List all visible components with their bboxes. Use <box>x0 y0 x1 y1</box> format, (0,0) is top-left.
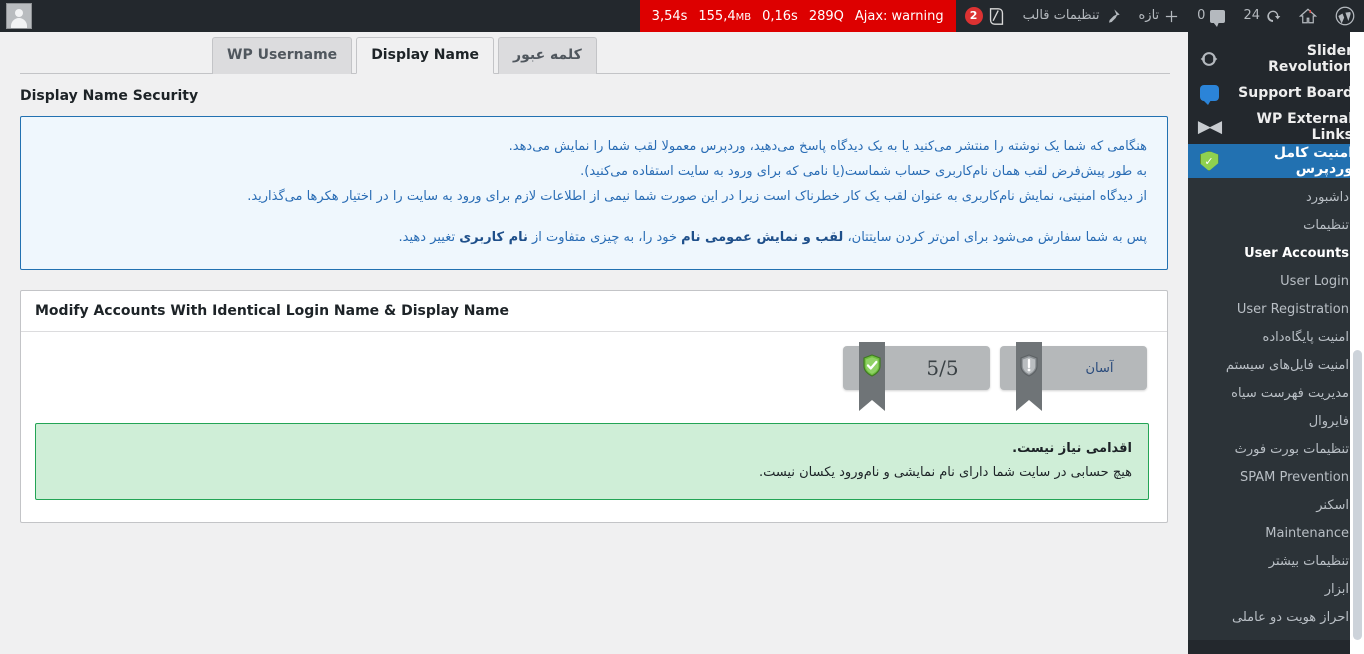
info-line-1: هنگامی که شما یک نوشته را منتشر می‌کنید … <box>508 139 1147 154</box>
submenu-item-brute-force[interactable]: تنظیمات بورت فورث <box>1188 436 1364 464</box>
admin-bar-right: 24 0 تازه تنظیمات قالب 2 3,54s 155,4MB 0… <box>639 0 1364 32</box>
submenu-item-user-login[interactable]: User Login <box>1188 268 1364 296</box>
perf-ajax-status: Ajax: warning <box>854 8 944 24</box>
info-line-2: به طور پیش‌فرض لقب همان نام‌کاربری حساب … <box>580 164 1147 179</box>
sidebar-item-label: امنیت کامل وردپرس <box>1273 145 1353 177</box>
sidebar-item-label: Slider Revolution <box>1268 43 1353 75</box>
home-icon <box>1299 8 1317 24</box>
difficulty-badge: آسان <box>1000 342 1147 411</box>
chat-bubble-icon <box>1199 83 1219 105</box>
submenu-item-tools[interactable]: ابزار <box>1188 576 1364 604</box>
yoast-menu[interactable]: 2 <box>956 0 1014 32</box>
updates-icon <box>1267 10 1281 22</box>
admin-bar: 24 0 تازه تنظیمات قالب 2 3,54s 155,4MB 0… <box>0 0 1364 32</box>
perf-memory: 155,4MB <box>698 8 752 24</box>
submenu-item-miscellaneous[interactable]: تنظیمات بیشتر <box>1188 548 1364 576</box>
submenu-item-filesystem-security[interactable]: امنیت فایل‌های سیستم <box>1188 352 1364 380</box>
theme-settings-label: تنظیمات قالب <box>1022 8 1100 23</box>
submenu-item-two-factor-auth[interactable]: احراز هویت دو عاملی <box>1188 604 1364 632</box>
submenu-item-settings[interactable]: تنظیمات <box>1188 212 1364 240</box>
shield-check-icon <box>863 354 881 377</box>
sidebar-item-slider-revolution[interactable]: Slider Revolution <box>1188 42 1364 76</box>
menu-spacer <box>1188 32 1364 42</box>
info-line-4-bold-2: نام کاربری <box>459 230 528 245</box>
slider-revolution-icon <box>1199 49 1219 69</box>
sidebar-item-label: Support Board <box>1238 85 1353 101</box>
pin-icon <box>1108 9 1120 23</box>
submenu-item-user-registration[interactable]: User Registration <box>1188 296 1364 324</box>
admin-sidebar-menu: Slider Revolution Support Board ◀▶ WP Ex… <box>1188 32 1364 654</box>
plus-icon <box>1166 10 1178 22</box>
badges-row: 5/5 آسان <box>21 332 1167 411</box>
submenu-item-blacklist-manager[interactable]: مدیریت فهرست سیاه <box>1188 380 1364 408</box>
comments-menu[interactable]: 0 <box>1188 0 1234 32</box>
score-value: 5/5 <box>926 356 959 380</box>
difficulty-value: آسان <box>1085 360 1114 376</box>
page-title: Display Name Security <box>20 88 199 104</box>
admin-page: 24 0 تازه تنظیمات قالب 2 3,54s 155,4MB 0… <box>0 0 1364 654</box>
info-notice: هنگامی که شما یک نوشته را منتشر می‌کنید … <box>20 116 1168 270</box>
info-line-4: پس به شما سفارش می‌شود برای امن‌تر کردن … <box>41 225 1147 250</box>
submenu-item-user-accounts[interactable]: User Accounts <box>1188 240 1364 268</box>
comment-icon <box>1210 9 1226 27</box>
success-notice-text: هیچ حسابی در سایت شما دارای نام نمایشی و… <box>758 465 1132 480</box>
sidebar-submenu: داشبورد تنظیمات User Accounts User Login… <box>1188 178 1364 640</box>
performance-bar[interactable]: 3,54s 155,4MB 0,16s 289Q Ajax: warning <box>639 0 956 32</box>
settings-panel: Modify Accounts With Identical Login Nam… <box>20 290 1168 523</box>
yoast-notification-badge: 2 <box>964 7 983 25</box>
tab-password[interactable]: کلمه عبور <box>498 37 597 74</box>
shield-check-icon: ✓ <box>1199 151 1219 171</box>
updates-menu[interactable]: 24 <box>1234 0 1290 32</box>
tab-bar: کلمه عبور Display Name WP Username <box>20 32 1170 74</box>
info-line-3: از دیدگاه امنیتی، نمایش نام‌کاربری به عن… <box>247 189 1147 204</box>
success-notice: اقدامی نیاز نیست. هیچ حسابی در سایت شما … <box>35 423 1149 500</box>
comments-count: 0 <box>1197 8 1206 23</box>
score-badge: 5/5 <box>843 342 990 411</box>
submenu-item-spam-prevention[interactable]: SPAM Prevention <box>1188 464 1364 492</box>
badges-inner: 5/5 آسان <box>843 342 1147 411</box>
scrollbar-thumb[interactable] <box>1353 350 1362 640</box>
shield-alert-icon <box>1020 354 1038 377</box>
perf-queries: 289Q <box>808 8 844 24</box>
yoast-seo-icon <box>989 7 1003 25</box>
sidebar-item-label: WP External Links <box>1256 111 1353 143</box>
wordpress-logo-icon <box>1335 6 1355 26</box>
submenu-item-firewall[interactable]: فایروال <box>1188 408 1364 436</box>
avatar[interactable] <box>6 3 32 29</box>
theme-settings-menu[interactable]: تنظیمات قالب <box>1014 0 1130 32</box>
info-line-4-a: پس به شما سفارش می‌شود برای امن‌تر کردن … <box>843 230 1147 245</box>
perf-time: 3,54s <box>651 8 688 24</box>
panel-title: Modify Accounts With Identical Login Nam… <box>21 291 1167 332</box>
perf-ajax-time: 0,16s <box>762 8 798 24</box>
submenu-item-maintenance[interactable]: Maintenance <box>1188 520 1364 548</box>
tab-display-name[interactable]: Display Name <box>356 37 495 74</box>
tabs-wrapper: کلمه عبور Display Name WP Username <box>208 37 597 74</box>
sidebar-item-all-in-one-security[interactable]: ✓ امنیت کامل وردپرس <box>1188 144 1364 178</box>
sidebar-item-partial[interactable] <box>1188 640 1364 654</box>
submenu-item-dashboard[interactable]: داشبورد <box>1188 184 1364 212</box>
external-links-icon: ◀▶ <box>1197 116 1222 137</box>
info-line-4-e: تغییر دهید. <box>398 230 460 245</box>
sidebar-item-wp-external-links[interactable]: ◀▶ WP External Links <box>1188 110 1364 144</box>
admin-bar-left <box>0 0 38 32</box>
success-notice-title: اقدامی نیاز نیست. <box>1012 441 1132 456</box>
main-content: کلمه عبور Display Name WP Username Displ… <box>0 32 1188 654</box>
info-line-4-bold-1: لقب و نمایش عمومی نام <box>681 230 844 245</box>
sidebar-item-support-board[interactable]: Support Board <box>1188 76 1364 110</box>
site-name-menu[interactable] <box>1290 0 1326 32</box>
submenu-item-database-security[interactable]: امنیت پایگاه‌داده <box>1188 324 1364 352</box>
page-scrollbar[interactable] <box>1350 32 1364 654</box>
updates-count: 24 <box>1243 8 1260 23</box>
info-line-4-c: خود را، به چیزی متفاوت از <box>527 230 682 245</box>
avatar-icon <box>8 6 30 28</box>
new-content-menu[interactable]: تازه <box>1130 0 1189 32</box>
submenu-item-scanner[interactable]: اسکنر <box>1188 492 1364 520</box>
wp-logo-menu[interactable] <box>1326 0 1364 32</box>
tab-wp-username[interactable]: WP Username <box>212 37 353 74</box>
new-content-label: تازه <box>1138 8 1160 23</box>
